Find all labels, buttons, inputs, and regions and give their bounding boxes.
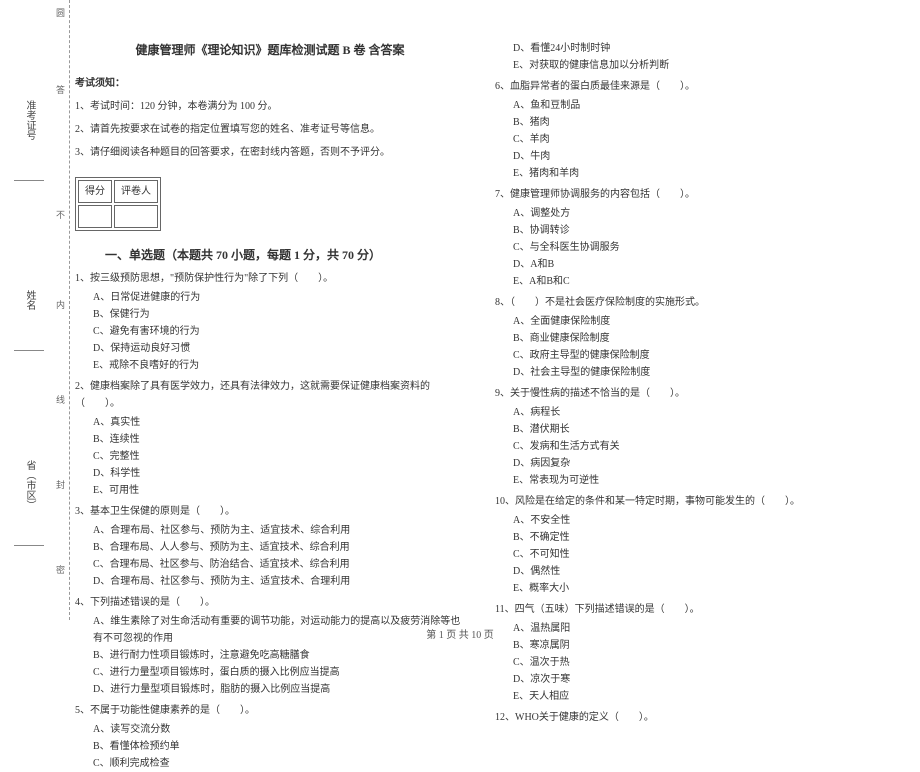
question-stem: 6、血脂异常者的蛋白质最佳来源是（ ）。 (495, 78, 885, 95)
question-option: C、完整性 (93, 448, 465, 465)
question-option: B、不确定性 (513, 529, 885, 546)
question-stem: 5、不属于功能性健康素养的是（ ）。 (75, 702, 465, 719)
question-stem: 10、风险是在给定的条件和某一特定时期，事物可能发生的（ ）。 (495, 493, 885, 510)
right-column: D、看懂24小时制时钟E、对获取的健康信息加以分析判断 6、血脂异常者的蛋白质最… (480, 10, 900, 620)
question-stem: 9、关于慢性病的描述不恰当的是（ ）。 (495, 385, 885, 402)
question-option: D、合理布局、社区参与、预防为主、适宜技术、合理利用 (93, 573, 465, 590)
question-option: E、对获取的健康信息加以分析判断 (513, 57, 885, 74)
question-stem: 7、健康管理师协调服务的内容包括（ ）。 (495, 186, 885, 203)
question-option: C、顺利完成检查 (93, 755, 465, 772)
question-option: A、调整处方 (513, 205, 885, 222)
ticket-label: 准考证号 (22, 100, 37, 140)
question-option: B、连续性 (93, 431, 465, 448)
question-option: C、温次于热 (513, 654, 885, 671)
question-option: A、维生素除了对生命活动有重要的调节功能，对运动能力的提高以及疲劳消除等也有不可… (93, 613, 465, 647)
question-option: D、A和B (513, 256, 885, 273)
question-option: A、病程长 (513, 404, 885, 421)
question-stem: 8、（ ）不是社会医疗保险制度的实施形式。 (495, 294, 885, 311)
question-option: E、戒除不良嗜好的行为 (93, 357, 465, 374)
district-label: 省（市区） (22, 460, 37, 510)
binding-mark: 内 (54, 300, 67, 313)
question-option: C、合理布局、社区参与、防治结合、适宜技术、综合利用 (93, 556, 465, 573)
question-option: B、协调转诊 (513, 222, 885, 239)
exam-title: 健康管理师《理论知识》题库检测试题 B 卷 含答案 (75, 40, 465, 60)
question-option: D、科学性 (93, 465, 465, 482)
question-stem: 12、WHO关于健康的定义（ ）。 (495, 709, 885, 726)
question-option: C、政府主导型的健康保险制度 (513, 347, 885, 364)
question-option: B、商业健康保险制度 (513, 330, 885, 347)
binding-mark: 圆 (54, 8, 67, 21)
binding-mark: 封 (54, 480, 67, 493)
question-option: B、进行耐力性项目锻炼时，注意避免吃高糖膳食 (93, 647, 465, 664)
question-option: B、合理布局、人人参与、预防为主、适宜技术、综合利用 (93, 539, 465, 556)
score-table: 得分 评卷人 (75, 177, 161, 231)
question-option: A、鱼和豆制品 (513, 97, 885, 114)
question-option: A、真实性 (93, 414, 465, 431)
name-label: 姓名 (22, 290, 37, 310)
binding-mark: 不 (54, 210, 67, 223)
left-column: 健康管理师《理论知识》题库检测试题 B 卷 含答案 考试须知： 1、考试时间：1… (60, 10, 480, 620)
question-option: A、日常促进健康的行为 (93, 289, 465, 306)
question-stem: 3、基本卫生保健的原则是（ ）。 (75, 503, 465, 520)
question-option: D、看懂24小时制时钟 (513, 40, 885, 57)
question-option: B、寒凉属阴 (513, 637, 885, 654)
question-option: D、保持运动良好习惯 (93, 340, 465, 357)
question-option: B、看懂体检预约单 (93, 738, 465, 755)
question-option: E、可用性 (93, 482, 465, 499)
question-option: B、保健行为 (93, 306, 465, 323)
question-option: A、不安全性 (513, 512, 885, 529)
notice-label: 考试须知： (75, 75, 465, 92)
question-option: E、概率大小 (513, 580, 885, 597)
question-stem: 11、四气（五味）下列描述错误的是（ ）。 (495, 601, 885, 618)
question-option: C、进行力量型项目锻炼时，蛋白质的摄入比例应当提高 (93, 664, 465, 681)
question-option: E、A和B和C (513, 273, 885, 290)
question-option: C、与全科医生协调服务 (513, 239, 885, 256)
question-option: D、进行力量型项目锻炼时，脂肪的摄入比例应当提高 (93, 681, 465, 698)
question-option: E、常表现为可逆性 (513, 472, 885, 489)
question-option: D、病因复杂 (513, 455, 885, 472)
question-option: D、凉次于寒 (513, 671, 885, 688)
question-option: D、社会主导型的健康保险制度 (513, 364, 885, 381)
instruction: 3、请仔细阅读各种题目的回答要求，在密封线内答题，否则不予评分。 (75, 144, 465, 161)
question-stem: 2、健康档案除了具有医学效力，还具有法律效力，这就需要保证健康档案资料的（ ）。 (75, 378, 465, 412)
question-option: E、猪肉和羊肉 (513, 165, 885, 182)
question-option: E、天人相应 (513, 688, 885, 705)
question-option: A、全面健康保险制度 (513, 313, 885, 330)
binding-mark: 答 (54, 85, 67, 98)
score-header: 得分 (78, 180, 112, 203)
question-stem: 4、下列描述错误的是（ ）。 (75, 594, 465, 611)
question-option: B、潜伏期长 (513, 421, 885, 438)
grader-header: 评卷人 (114, 180, 158, 203)
question-option: D、偶然性 (513, 563, 885, 580)
question-option: A、温热属阳 (513, 620, 885, 637)
binding-mark: 线 (54, 395, 67, 408)
instruction: 1、考试时间：120 分钟，本卷满分为 100 分。 (75, 98, 465, 115)
instruction: 2、请首先按要求在试卷的指定位置填写您的姓名、准考证号等信息。 (75, 121, 465, 138)
question-option: C、不可知性 (513, 546, 885, 563)
question-option: D、牛肉 (513, 148, 885, 165)
question-option: C、避免有害环境的行为 (93, 323, 465, 340)
part-title: 一、单选题（本题共 70 小题，每题 1 分，共 70 分） (105, 245, 381, 265)
question-option: C、羊肉 (513, 131, 885, 148)
question-option: A、读写交流分数 (93, 721, 465, 738)
question-stem: 1、按三级预防思想，"预防保护性行为"除了下列（ ）。 (75, 270, 465, 287)
question-option: A、合理布局、社区参与、预防为主、适宜技术、综合利用 (93, 522, 465, 539)
question-option: C、发病和生活方式有关 (513, 438, 885, 455)
binding-mark: 密 (54, 565, 67, 578)
question-option: B、猪肉 (513, 114, 885, 131)
